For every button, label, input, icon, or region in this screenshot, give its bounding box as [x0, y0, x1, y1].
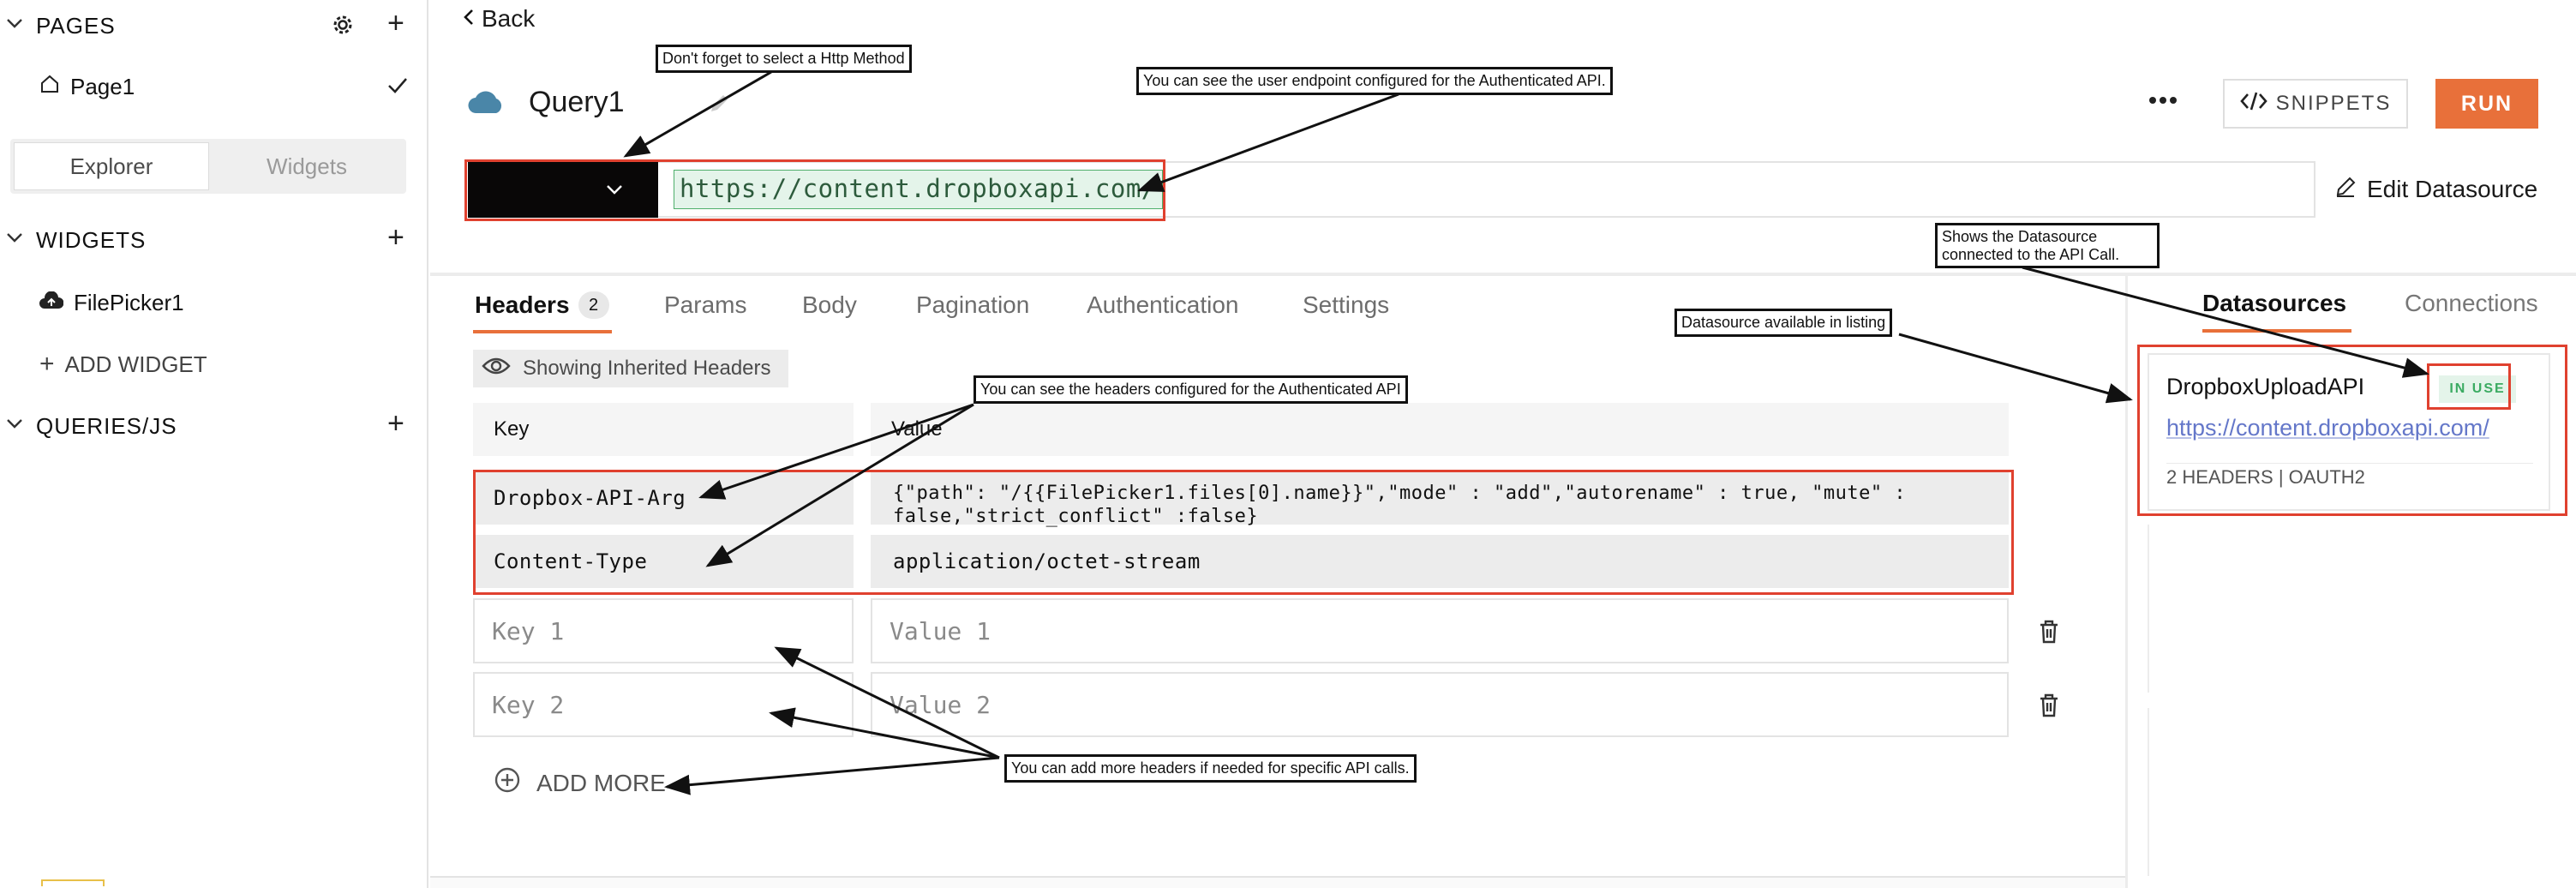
note-datasource-listing: Datasource available in listing — [1674, 309, 1893, 337]
arrow-datasource-listing — [1898, 333, 2133, 404]
arrow-endpoint — [1137, 93, 1399, 192]
note-endpoint: You can see the user endpoint configured… — [1136, 67, 1613, 95]
arrow-add-more — [664, 756, 1000, 795]
note-add-more-headers: You can add more headers if needed for s… — [1004, 754, 1417, 783]
note-datasource-connected: Shows the Datasource connected to the AP… — [1935, 223, 2160, 269]
note-line: connected to the API Call. — [1942, 245, 2120, 263]
arrow-key2 — [769, 707, 1000, 759]
arrow-key1 — [774, 646, 1000, 759]
arrow-in-use — [2022, 266, 2429, 378]
arrow-http-method — [623, 70, 772, 158]
note-headers-configured: You can see the headers configured for t… — [973, 375, 1408, 404]
arrow-header-row2 — [705, 403, 974, 567]
note-http-method: Don't forget to select a Http Method — [656, 45, 912, 73]
arrow-header-row1 — [698, 403, 974, 500]
note-line: Shows the Datasource — [1942, 228, 2098, 245]
